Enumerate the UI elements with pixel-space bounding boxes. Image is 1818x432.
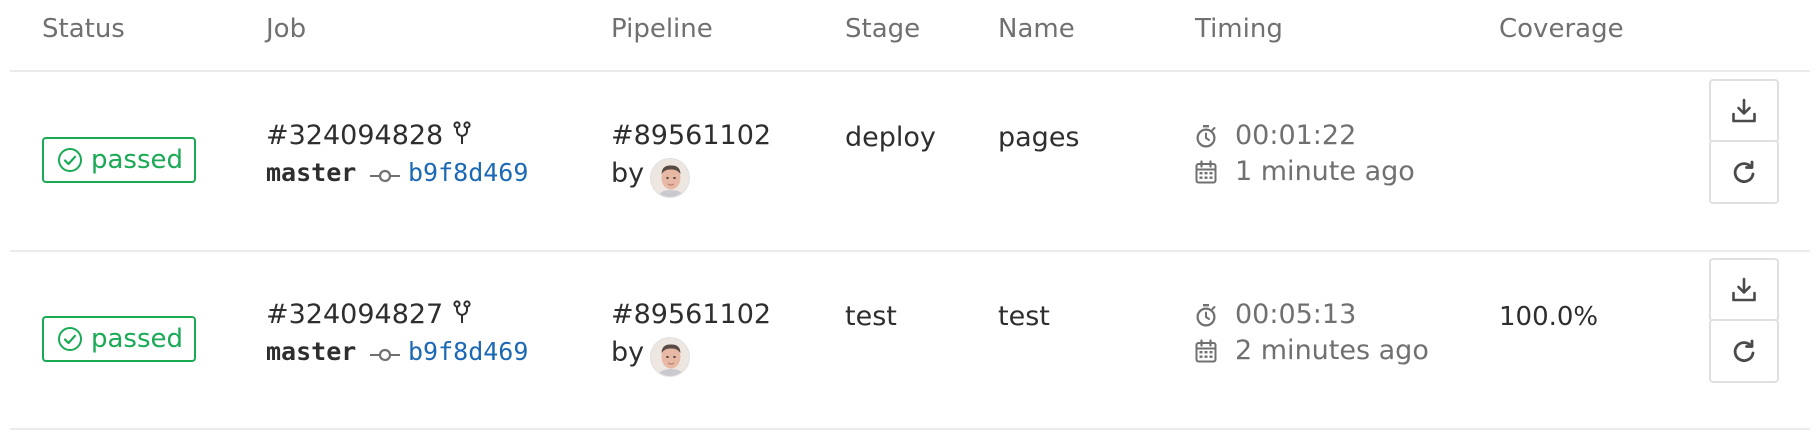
status-label: passed bbox=[91, 324, 184, 354]
header-coverage: Coverage bbox=[1499, 14, 1624, 44]
status-success-icon bbox=[57, 326, 83, 352]
coverage-value: 100.0% bbox=[1499, 302, 1599, 332]
header-status: Status bbox=[42, 14, 125, 44]
branch-ref-link[interactable]: master bbox=[266, 337, 356, 366]
table-row: passed #324094828 master b9f8d469 #89561… bbox=[0, 72, 1818, 250]
retry-button[interactable] bbox=[1709, 319, 1779, 383]
stage-label: deploy bbox=[845, 122, 936, 153]
job-id: #324094827 bbox=[266, 299, 444, 330]
duration: 00:01:22 bbox=[1195, 120, 1356, 151]
table-header: Status Job Pipeline Stage Name Timing Co… bbox=[0, 0, 1818, 72]
header-stage: Stage bbox=[845, 14, 921, 44]
finished-at: 2 minutes ago bbox=[1195, 335, 1429, 366]
status-label: passed bbox=[91, 145, 184, 175]
finished-text: 2 minutes ago bbox=[1235, 335, 1429, 366]
stopwatch-icon bbox=[1195, 124, 1217, 148]
calendar-icon bbox=[1195, 338, 1217, 363]
download-icon bbox=[1730, 97, 1758, 125]
commit-icon bbox=[370, 347, 400, 363]
finished-text: 1 minute ago bbox=[1235, 156, 1415, 187]
status-success-icon bbox=[57, 147, 83, 173]
status-badge[interactable]: passed bbox=[42, 137, 196, 183]
pipeline-id-link[interactable]: #89561102 bbox=[611, 120, 771, 151]
commit-icon bbox=[370, 168, 400, 184]
triggered-by-label: by bbox=[611, 158, 645, 189]
calendar-icon bbox=[1195, 159, 1217, 184]
download-artifacts-button[interactable] bbox=[1709, 79, 1779, 143]
row-divider bbox=[10, 428, 1810, 430]
commit-sha-link[interactable]: b9f8d469 bbox=[408, 158, 528, 187]
stopwatch-icon bbox=[1195, 303, 1217, 327]
retry-icon bbox=[1730, 158, 1758, 186]
header-timing: Timing bbox=[1195, 14, 1283, 44]
job-id-link[interactable]: #324094828 bbox=[266, 120, 471, 151]
retry-button[interactable] bbox=[1709, 140, 1779, 204]
fork-icon bbox=[453, 121, 471, 147]
finished-at: 1 minute ago bbox=[1195, 156, 1415, 187]
duration-text: 00:01:22 bbox=[1235, 120, 1357, 151]
table-row: passed #324094827 master b9f8d469 #89561… bbox=[0, 252, 1818, 430]
duration: 00:05:13 bbox=[1195, 299, 1356, 330]
header-job: Job bbox=[266, 14, 307, 44]
job-id: #324094828 bbox=[266, 120, 444, 151]
header-pipeline: Pipeline bbox=[611, 14, 713, 44]
fork-icon bbox=[453, 300, 471, 326]
branch-ref-link[interactable]: master bbox=[266, 158, 356, 187]
avatar[interactable] bbox=[650, 337, 690, 377]
download-artifacts-button[interactable] bbox=[1709, 258, 1779, 322]
pipeline-id-link[interactable]: #89561102 bbox=[611, 299, 771, 330]
download-icon bbox=[1730, 276, 1758, 304]
job-name-label: test bbox=[998, 301, 1050, 332]
status-badge[interactable]: passed bbox=[42, 316, 196, 362]
jobs-table: Status Job Pipeline Stage Name Timing Co… bbox=[0, 0, 1818, 432]
retry-icon bbox=[1730, 337, 1758, 365]
triggered-by-label: by bbox=[611, 337, 645, 368]
stage-label: test bbox=[845, 301, 897, 332]
job-id-link[interactable]: #324094827 bbox=[266, 299, 471, 330]
avatar[interactable] bbox=[650, 158, 690, 198]
commit-sha-link[interactable]: b9f8d469 bbox=[408, 337, 528, 366]
duration-text: 00:05:13 bbox=[1235, 299, 1357, 330]
header-name: Name bbox=[998, 14, 1075, 44]
job-name-label: pages bbox=[998, 122, 1080, 153]
